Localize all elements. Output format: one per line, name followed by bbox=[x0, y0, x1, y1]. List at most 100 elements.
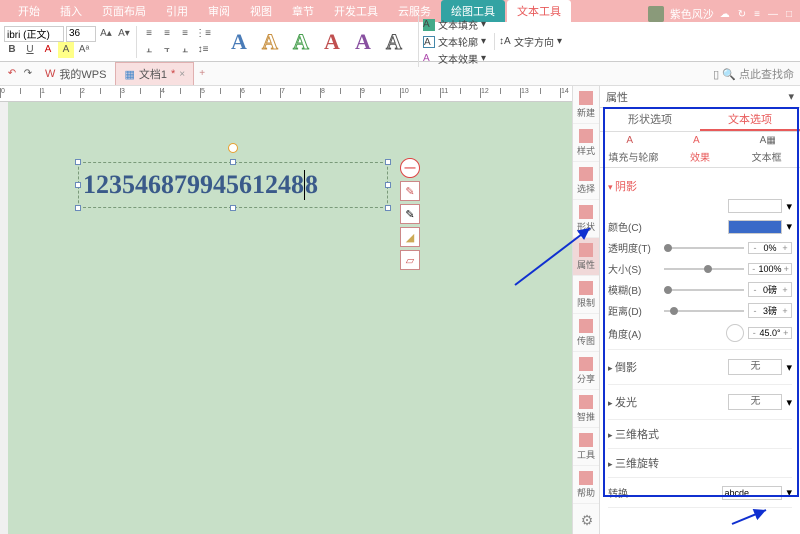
text-content-tail[interactable]: 8 bbox=[305, 170, 318, 200]
text-effect-button[interactable]: A文本效果 ▾ bbox=[423, 50, 486, 67]
underline-button[interactable]: U bbox=[22, 42, 38, 58]
style-preset-2[interactable]: A bbox=[256, 28, 284, 56]
distance-slider[interactable] bbox=[664, 310, 744, 312]
edit-tool-4[interactable]: ▱ bbox=[400, 250, 420, 270]
settings-gear-icon[interactable]: ⚙ bbox=[578, 512, 596, 530]
horizontal-ruler[interactable]: 01234567891011121314 bbox=[0, 86, 600, 102]
rail-help[interactable]: 帮助 bbox=[573, 466, 599, 504]
tab-ref[interactable]: 引用 bbox=[156, 0, 198, 22]
text-direction-button[interactable]: ↕A文字方向 ▾ bbox=[499, 33, 562, 50]
avatar[interactable] bbox=[648, 6, 664, 22]
resize-handle[interactable] bbox=[385, 159, 391, 165]
rail-select[interactable]: 选择 bbox=[573, 162, 599, 200]
resize-handle[interactable] bbox=[385, 182, 391, 188]
rail-limit[interactable]: 限制 bbox=[573, 276, 599, 314]
increase-font-icon[interactable]: A▴ bbox=[98, 26, 114, 42]
minimize-icon[interactable]: — bbox=[768, 9, 778, 20]
tab-dev[interactable]: 开发工具 bbox=[324, 0, 388, 22]
style-preset-3[interactable]: A bbox=[287, 28, 315, 56]
valign-mid-icon[interactable]: ⫟ bbox=[159, 42, 175, 58]
section-shadow[interactable]: 阴影 bbox=[608, 176, 792, 196]
subtab-effect[interactable]: A效果 bbox=[667, 132, 734, 167]
rail-chuan[interactable]: 传图 bbox=[573, 314, 599, 352]
text-style-gallery[interactable]: A A A A A A bbox=[219, 28, 414, 56]
resize-handle[interactable] bbox=[75, 205, 81, 211]
transparency-slider[interactable] bbox=[664, 247, 744, 249]
tab-layout[interactable]: 页面布局 bbox=[92, 0, 156, 22]
tab-doc1[interactable]: ▦文档1 *× bbox=[115, 62, 194, 85]
edit-tool-2[interactable]: ✎ bbox=[400, 204, 420, 224]
bullets-icon[interactable]: ⋮≡ bbox=[195, 26, 211, 42]
text-outline-button[interactable]: A文本轮廓 ▾ bbox=[423, 33, 486, 50]
rail-properties[interactable]: 属性 bbox=[573, 238, 599, 276]
refresh-icon[interactable]: ↻ bbox=[738, 9, 746, 20]
rail-tool[interactable]: 工具 bbox=[573, 428, 599, 466]
angle-spinner[interactable]: -45.0°+ bbox=[748, 327, 792, 339]
highlight-button[interactable]: A bbox=[58, 42, 74, 58]
text-box-selected[interactable]: 123546879945612488 bbox=[78, 162, 388, 208]
shadow-preset-swatch[interactable] bbox=[728, 199, 782, 213]
rail-shape[interactable]: 形状 bbox=[573, 200, 599, 238]
clear-format-button[interactable]: Aᵃ bbox=[76, 42, 92, 58]
tab-view[interactable]: 视图 bbox=[240, 0, 282, 22]
style-preset-1[interactable]: A bbox=[225, 28, 253, 56]
text-content[interactable]: 12354687994561248 bbox=[83, 170, 304, 200]
resize-handle[interactable] bbox=[75, 159, 81, 165]
tab-chapter[interactable]: 章节 bbox=[282, 0, 324, 22]
tab-shape-options[interactable]: 形状选项 bbox=[600, 108, 700, 131]
resize-handle[interactable] bbox=[385, 205, 391, 211]
decrease-font-icon[interactable]: A▾ bbox=[116, 26, 132, 42]
rotation-handle[interactable] bbox=[228, 143, 238, 153]
bold-button[interactable]: B bbox=[4, 42, 20, 58]
transparency-spinner[interactable]: -0%+ bbox=[748, 242, 792, 254]
rail-new[interactable]: 新建 bbox=[573, 86, 599, 124]
cloud-icon[interactable]: ☁ bbox=[720, 9, 730, 20]
align-left-icon[interactable]: ≡ bbox=[141, 26, 157, 42]
valign-bot-icon[interactable]: ⫠ bbox=[177, 42, 193, 58]
resize-handle[interactable] bbox=[230, 205, 236, 211]
size-spinner[interactable]: -100%+ bbox=[748, 263, 792, 275]
distance-spinner[interactable]: -3磅+ bbox=[748, 303, 792, 318]
style-preset-5[interactable]: A bbox=[349, 28, 377, 56]
document-canvas[interactable]: 123546879945612488 — ✎ ✎ ◢ ▱ bbox=[8, 102, 600, 534]
tab-insert[interactable]: 插入 bbox=[50, 0, 92, 22]
close-tab-icon[interactable]: × bbox=[179, 69, 185, 80]
tab-text-options[interactable]: 文本选项 bbox=[700, 108, 800, 131]
subtab-textbox[interactable]: A▦文本框 bbox=[733, 132, 800, 167]
menu-icon[interactable]: ≡ bbox=[754, 9, 760, 20]
redo-button[interactable]: ↷ bbox=[20, 66, 36, 82]
resize-handle[interactable] bbox=[75, 182, 81, 188]
rail-smart[interactable]: 智推 bbox=[573, 390, 599, 428]
text-fill-button[interactable]: A文本填充 ▾ bbox=[423, 16, 486, 33]
blur-slider[interactable] bbox=[664, 289, 744, 291]
align-right-icon[interactable]: ≡ bbox=[177, 26, 193, 42]
tab-my-wps[interactable]: W我的WPS bbox=[36, 62, 115, 86]
font-name-select[interactable] bbox=[4, 26, 64, 42]
rail-style[interactable]: 样式 bbox=[573, 124, 599, 162]
font-color-button[interactable]: A bbox=[40, 42, 56, 58]
line-spacing-icon[interactable]: ↕≡ bbox=[195, 42, 211, 58]
tab-text-tools[interactable]: 文本工具 bbox=[507, 0, 571, 22]
section-3d-format[interactable]: 三维格式 bbox=[608, 424, 792, 444]
delete-button[interactable]: — bbox=[400, 158, 420, 178]
new-tab-button[interactable]: + bbox=[194, 66, 210, 82]
align-center-icon[interactable]: ≡ bbox=[159, 26, 175, 42]
maximize-icon[interactable]: □ bbox=[786, 9, 792, 20]
edit-tool-1[interactable]: ✎ bbox=[400, 181, 420, 201]
transform-select[interactable] bbox=[722, 486, 782, 500]
tab-start[interactable]: 开始 bbox=[8, 0, 50, 22]
subtab-fill-outline[interactable]: A填充与轮廓 bbox=[600, 132, 667, 167]
blur-spinner[interactable]: -0磅+ bbox=[748, 282, 792, 297]
tab-review[interactable]: 审阅 bbox=[198, 0, 240, 22]
search-box[interactable]: ▯ 🔍 点此查找命 bbox=[713, 66, 800, 82]
undo-button[interactable]: ↶ bbox=[4, 66, 20, 82]
style-preset-6[interactable]: A bbox=[380, 28, 408, 56]
font-size-select[interactable] bbox=[66, 26, 96, 42]
dropdown-icon[interactable]: ▾ bbox=[786, 200, 792, 213]
rail-share[interactable]: 分享 bbox=[573, 352, 599, 390]
section-reflection[interactable]: 倒影 bbox=[608, 357, 637, 377]
section-3d-rotate[interactable]: 三维旋转 bbox=[608, 453, 792, 473]
section-glow[interactable]: 发光 bbox=[608, 392, 637, 412]
dropdown-icon[interactable]: ▾ bbox=[786, 220, 792, 233]
glow-none[interactable]: 无 bbox=[728, 394, 782, 410]
